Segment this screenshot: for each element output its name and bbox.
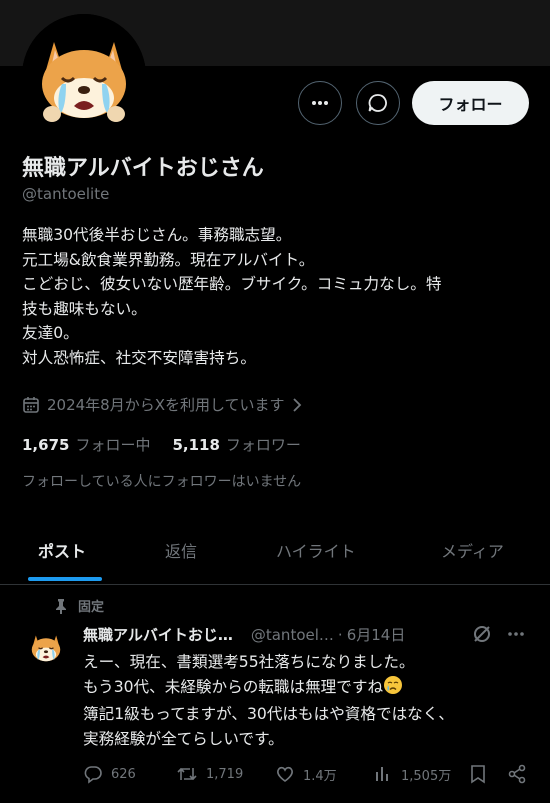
tab-posts[interactable]: ポスト bbox=[38, 538, 86, 562]
following-link[interactable]: 1,675 フォロー中 bbox=[22, 434, 150, 455]
grok-icon bbox=[474, 626, 490, 642]
calendar-icon bbox=[23, 396, 39, 413]
bio-line: 無職30代後半おじさん。事務職志望。 bbox=[22, 226, 292, 244]
more-icon bbox=[312, 101, 328, 105]
pin-icon bbox=[56, 598, 66, 614]
followers-label: フォロワー bbox=[225, 436, 301, 454]
views-button[interactable]: 1,505万 bbox=[373, 764, 451, 784]
profile-tabs: ポスト 返信 ハイライト メディア bbox=[0, 528, 550, 585]
reply-button[interactable]: 626 bbox=[83, 764, 136, 784]
dog-avatar-icon bbox=[22, 14, 146, 138]
tab-replies[interactable]: 返信 bbox=[165, 538, 197, 562]
repost-button[interactable]: 1,719 bbox=[176, 764, 243, 784]
followers-link[interactable]: 5,118 フォロワー bbox=[172, 434, 300, 455]
post-actions: 626 1,719 1.4万 1,505万 bbox=[83, 764, 533, 790]
share-icon bbox=[508, 764, 526, 784]
bookmark-icon bbox=[471, 765, 485, 784]
post-author-avatar[interactable] bbox=[25, 626, 67, 668]
bio-line: 対人恐怖症、社交不安障害持ち。 bbox=[22, 348, 256, 367]
post-author-handle[interactable]: @tantoel… bbox=[251, 626, 334, 644]
joined-date[interactable]: 2024年8月からXを利用しています bbox=[22, 394, 302, 415]
dot-separator: · bbox=[337, 625, 343, 644]
post-text: えー、現在、書類選考55社落ちになりました。 もう30代、未経験からの転職は無理… bbox=[83, 650, 533, 751]
joined-label: 2024年8月からXを利用しています bbox=[47, 396, 285, 414]
profile-avatar[interactable] bbox=[22, 14, 146, 138]
post-more-button[interactable] bbox=[506, 624, 526, 648]
post-line: もう30代、未経験からの転職は無理ですね bbox=[83, 677, 384, 696]
following-label: フォロー中 bbox=[75, 436, 151, 454]
active-tab-indicator bbox=[28, 577, 102, 581]
message-button[interactable] bbox=[356, 81, 400, 125]
bio-line: 技も趣味もない。 bbox=[22, 299, 147, 318]
chevron-right-icon bbox=[292, 397, 301, 412]
like-button[interactable]: 1.4万 bbox=[275, 764, 337, 784]
post-author-name[interactable]: 無職アルバイトおじ… bbox=[83, 624, 233, 645]
post-line: 実務経験が全てらしいです。 bbox=[83, 729, 284, 748]
reply-count: 626 bbox=[111, 766, 136, 782]
follow-stats: 1,675 フォロー中 5,118 フォロワー bbox=[22, 434, 301, 455]
reply-icon bbox=[84, 766, 102, 784]
dog-avatar-icon bbox=[25, 626, 67, 668]
bio-line: 友達0。 bbox=[22, 324, 79, 343]
heart-icon bbox=[277, 766, 293, 782]
bio-line: 元工場&飲食業界勤務。現在アルバイト。 bbox=[22, 250, 315, 269]
profile-name: 無職アルバイトおじさん bbox=[22, 156, 264, 181]
mutual-followers-note: フォローしている人にフォロワーはいません bbox=[22, 474, 302, 490]
repost-count: 1,719 bbox=[206, 766, 244, 782]
pinned-label: 固定 bbox=[78, 600, 105, 615]
post-line-with-emoji: もう30代、未経験からの転職は無理ですね bbox=[83, 675, 533, 703]
bookmark-button[interactable] bbox=[469, 764, 487, 784]
more-options-button[interactable] bbox=[298, 81, 342, 125]
tab-media[interactable]: メディア bbox=[441, 538, 504, 562]
followers-count: 5,118 bbox=[172, 436, 220, 454]
post-date[interactable]: 6月14日 bbox=[347, 624, 406, 645]
follow-button[interactable]: フォロー bbox=[412, 81, 529, 125]
post-header: 無職アルバイトおじ… @tantoel… · 6月14日 bbox=[83, 624, 405, 645]
like-count: 1.4万 bbox=[303, 768, 337, 784]
pinned-indicator: 固定 bbox=[54, 596, 104, 615]
bio-line: こどおじ、彼女いない歴年齢。ブサイク。コミュ力なし。特 bbox=[22, 275, 442, 294]
tab-highlights[interactable]: ハイライト bbox=[276, 538, 356, 562]
crying-face-icon bbox=[383, 675, 403, 703]
post-line: えー、現在、書類選考55社落ちになりました。 bbox=[83, 653, 415, 671]
grok-button[interactable] bbox=[472, 624, 492, 648]
post-line: 簿記1級もってますが、30代はもはや資格ではなく、 bbox=[83, 705, 454, 724]
following-count: 1,675 bbox=[22, 436, 70, 454]
message-icon bbox=[368, 94, 387, 112]
views-icon bbox=[376, 767, 388, 781]
repost-icon bbox=[177, 767, 197, 781]
views-count: 1,505万 bbox=[401, 768, 452, 784]
more-icon bbox=[508, 632, 524, 636]
profile-handle: @tantoelite bbox=[22, 185, 110, 203]
share-button[interactable] bbox=[507, 764, 527, 784]
profile-bio: 無職30代後半おじさん。事務職志望。 元工場&飲食業界勤務。現在アルバイト。 こ… bbox=[22, 223, 532, 371]
